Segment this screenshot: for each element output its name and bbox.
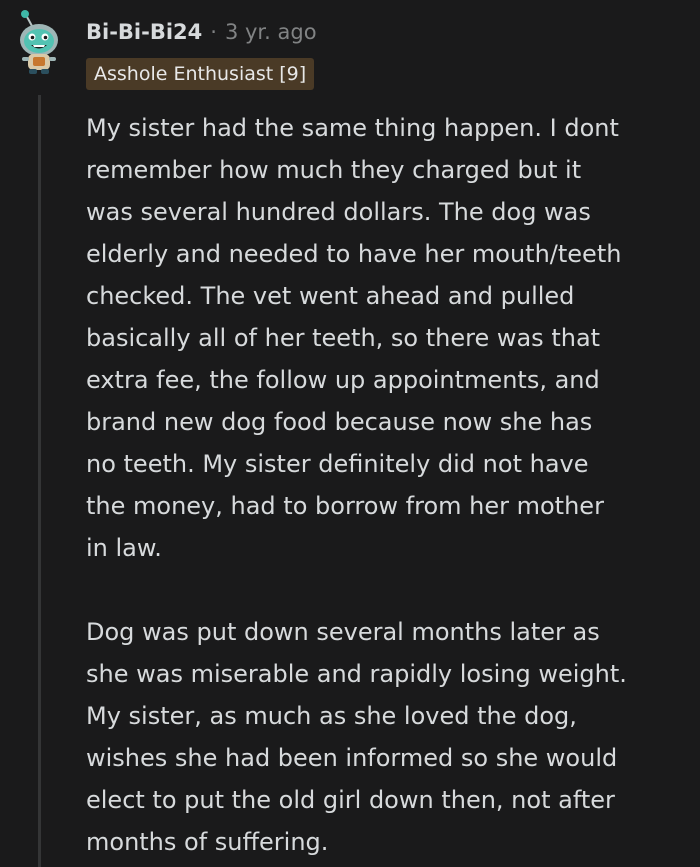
comment-text-line: basically all of her teeth, so there was…: [86, 324, 601, 352]
comment-text-line: the money, had to borrow from her mother: [86, 492, 604, 520]
comment-text-line: extra fee, the follow up appointments, a…: [86, 366, 600, 394]
comment-text-line: in law.: [86, 534, 162, 562]
snoo-avatar-icon[interactable]: [12, 8, 64, 80]
comment-text-line: My sister had the same thing happen. I d…: [86, 114, 619, 142]
thread-line[interactable]: [38, 95, 41, 867]
comment-text-line: no teeth. My sister definitely did not h…: [86, 450, 589, 478]
timestamp-link[interactable]: 3 yr. ago: [225, 20, 317, 44]
comment-body: My sister had the same thing happen. I d…: [86, 107, 682, 863]
comment-header: Bi-Bi-Bi24 · 3 yr. ago: [86, 15, 317, 49]
comment-text-line: she was miserable and rapidly losing wei…: [86, 660, 627, 688]
meta-separator: ·: [210, 20, 217, 44]
comment-text-line: My sister, as much as she loved the dog,: [86, 702, 577, 730]
comment-text-line: wishes she had been informed so she woul…: [86, 744, 618, 772]
comment-paragraph: My sister had the same thing happen. I d…: [86, 107, 682, 569]
comment-text-line: elderly and needed to have her mouth/tee…: [86, 240, 622, 268]
comment: Bi-Bi-Bi24 · 3 yr. ago Asshole Enthusias…: [0, 0, 700, 867]
user-flair: Asshole Enthusiast [9]: [86, 58, 315, 90]
comment-text-line: Dog was put down several months later as: [86, 618, 600, 646]
username-link[interactable]: Bi-Bi-Bi24: [86, 20, 202, 44]
comment-text-line: remember how much they charged but it: [86, 156, 582, 184]
comment-paragraph: Dog was put down several months later as…: [86, 611, 682, 863]
comment-text-line: was several hundred dollars. The dog was: [86, 198, 591, 226]
comment-text-line: checked. The vet went ahead and pulled: [86, 282, 575, 310]
comment-text-line: elect to put the old girl down then, not…: [86, 786, 615, 814]
comment-text-line: months of suffering.: [86, 828, 329, 856]
comment-text-line: brand new dog food because now she has: [86, 408, 593, 436]
